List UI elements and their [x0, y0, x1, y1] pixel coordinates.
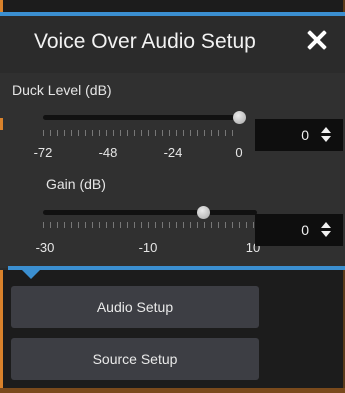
popup-pointer-arrow [22, 270, 40, 279]
spinner-icon[interactable] [321, 126, 331, 144]
gain-tick-label: -30 [35, 240, 55, 255]
duck-level-ticks [43, 130, 239, 136]
panel-bottom-border [0, 388, 345, 393]
duck-tick-label: -48 [98, 145, 118, 160]
gain-input[interactable]: 0 [255, 214, 343, 246]
duck-level-input[interactable]: 0 [255, 119, 343, 151]
gain-ticks [43, 222, 257, 228]
chevron-up-icon[interactable] [321, 222, 331, 228]
audio-setup-button[interactable]: Audio Setup [11, 286, 259, 328]
gain-slider-thumb[interactable] [197, 206, 210, 219]
close-icon[interactable] [305, 28, 329, 52]
duck-level-label: Duck Level (dB) [12, 82, 112, 98]
duck-level-slider-track[interactable] [43, 115, 239, 120]
chevron-down-icon[interactable] [321, 136, 331, 142]
gain-value: 0 [301, 222, 309, 238]
spinner-icon[interactable] [321, 221, 331, 239]
gain-label: Gain (dB) [46, 176, 106, 192]
popup-title: Voice Over Audio Setup [34, 30, 256, 53]
duck-tick-label: -24 [163, 145, 183, 160]
popup-top-accent [0, 12, 345, 16]
chevron-down-icon[interactable] [321, 231, 331, 237]
source-setup-button[interactable]: Source Setup [11, 338, 259, 380]
gain-tick-label: -10 [138, 240, 158, 255]
popup-bottom-accent [8, 266, 345, 270]
gain-slider-track[interactable] [43, 210, 257, 215]
chevron-up-icon[interactable] [321, 127, 331, 133]
duck-tick-label: -72 [33, 145, 53, 160]
duck-level-value: 0 [301, 127, 309, 143]
left-accent-mark [0, 118, 3, 130]
duck-level-slider-thumb[interactable] [232, 111, 246, 124]
duck-tick-label: 0 [235, 145, 243, 160]
